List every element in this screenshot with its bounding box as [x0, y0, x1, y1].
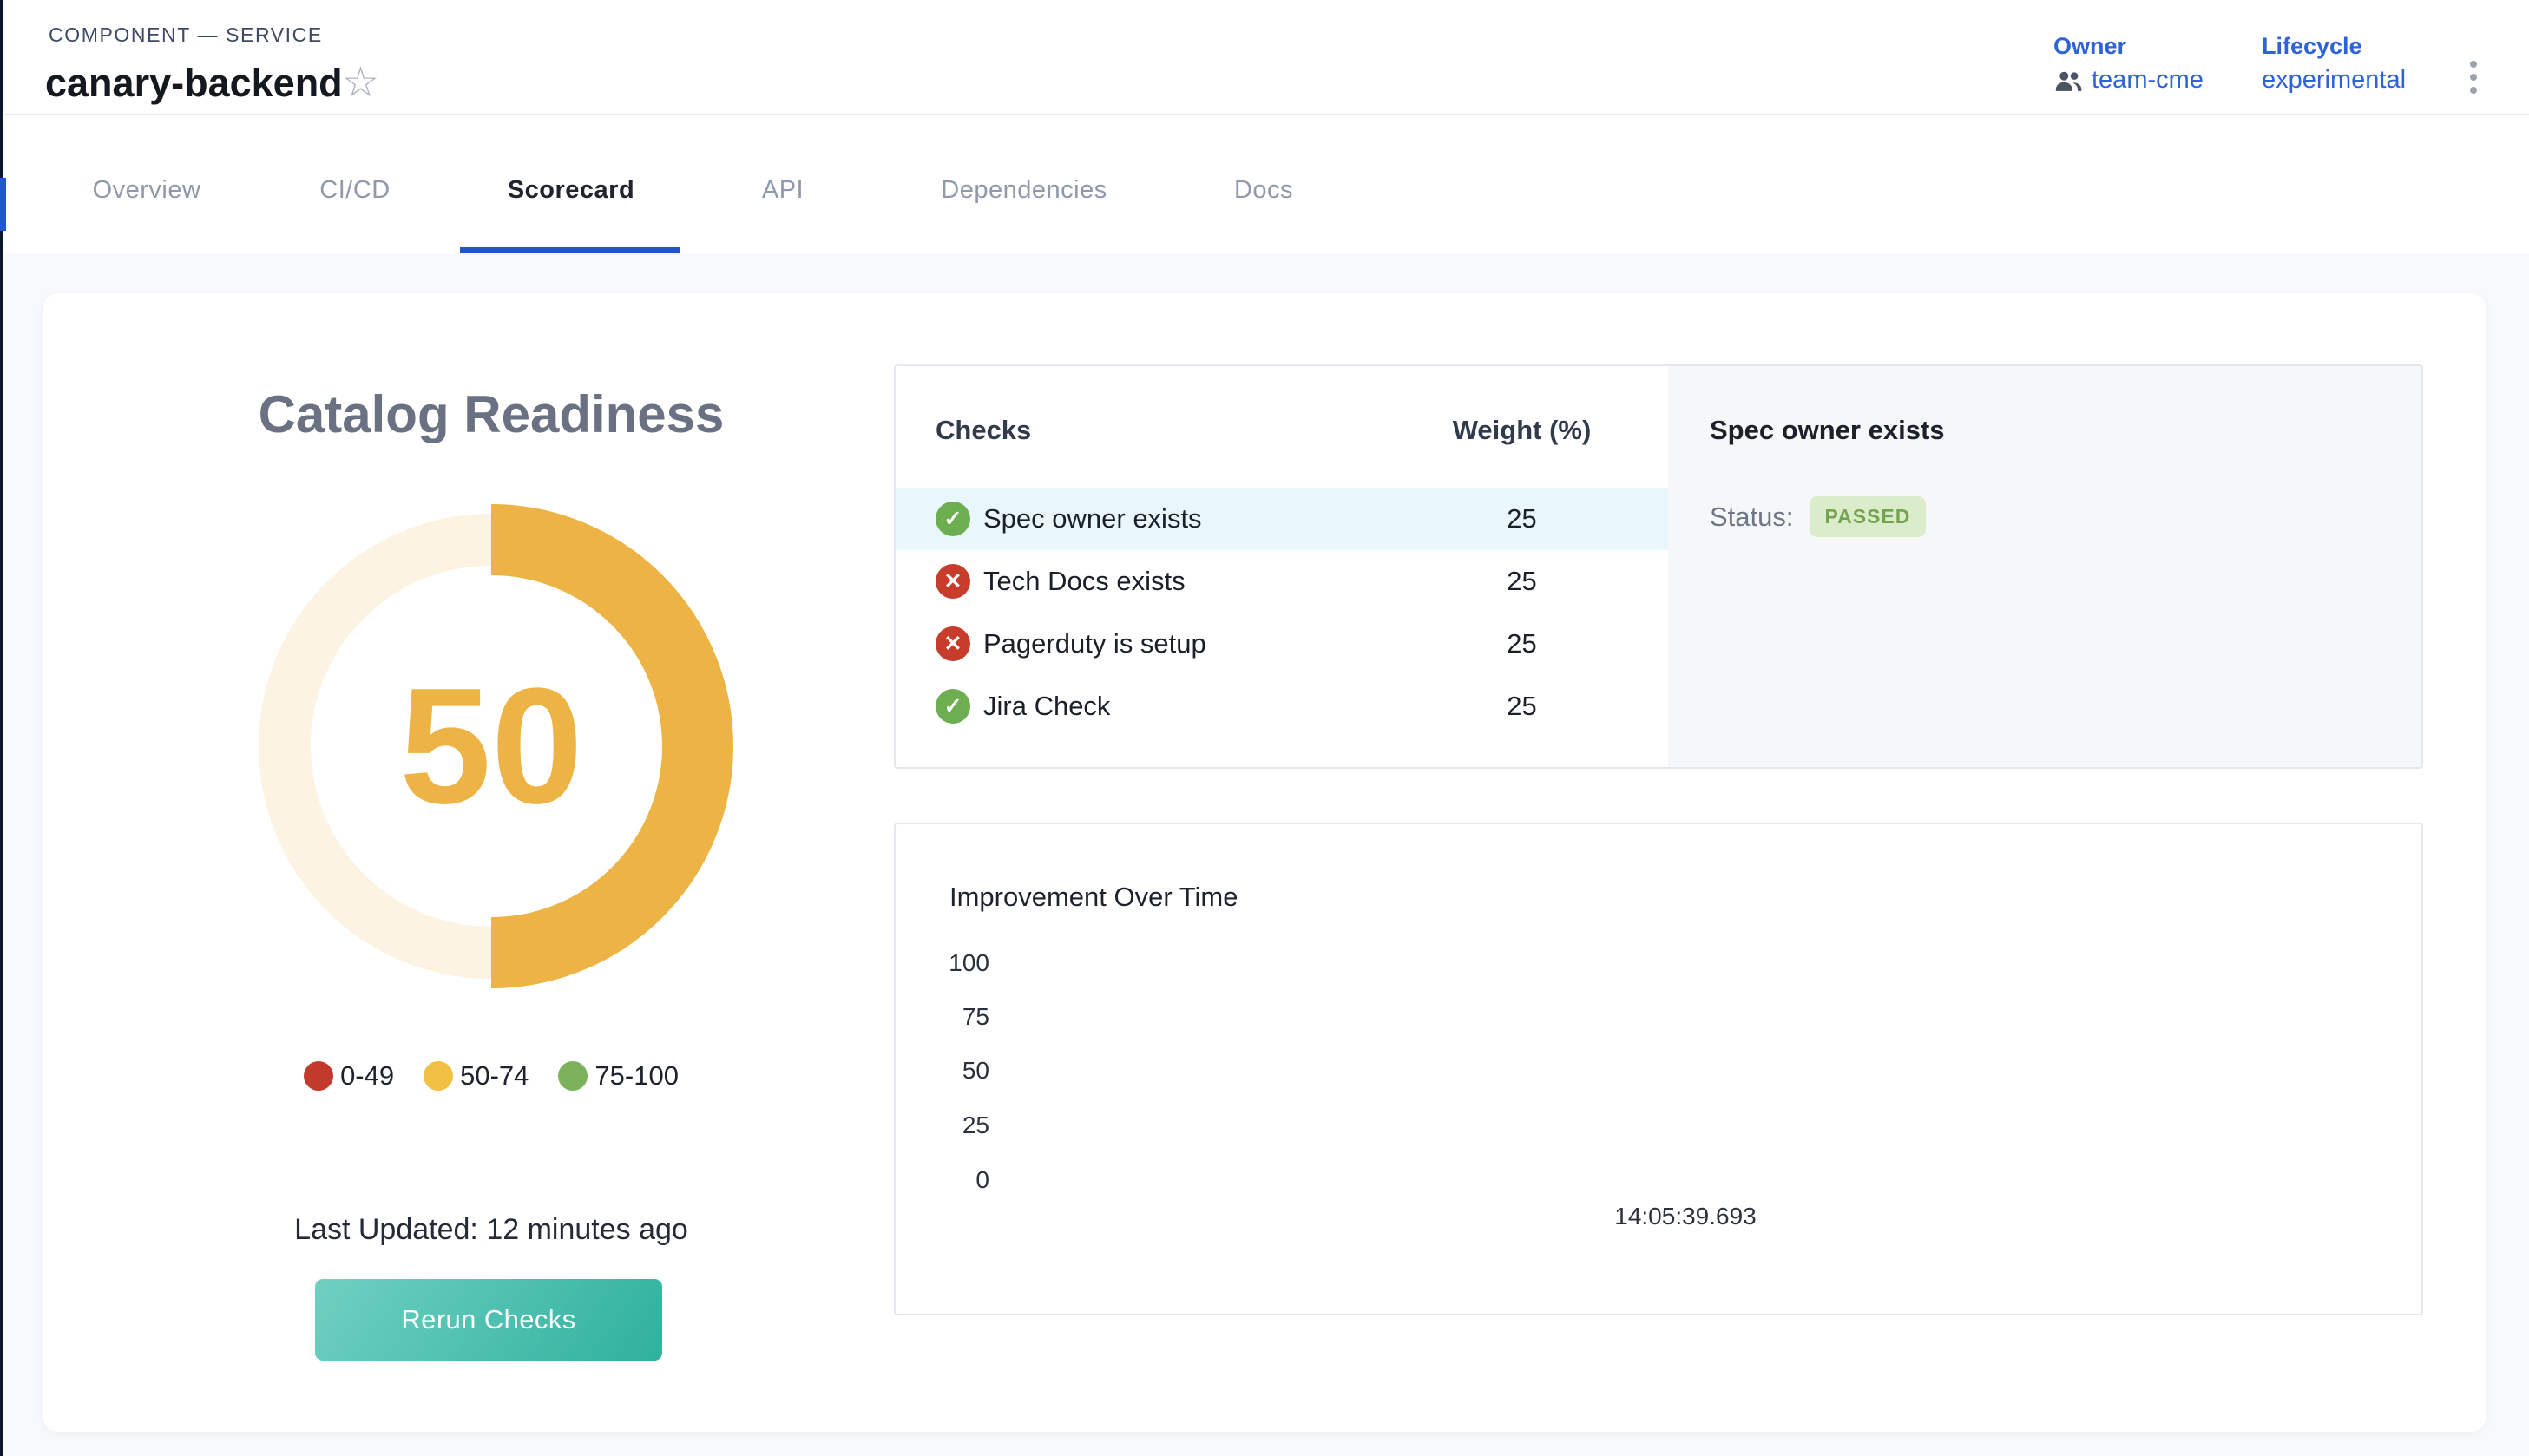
- improvement-chart-card: Improvement Over Time 100 75 50 25 0 14:…: [894, 823, 2423, 1315]
- tab-api[interactable]: API: [762, 174, 804, 206]
- check-row-tech-docs[interactable]: ✕ Tech Docs exists 25: [896, 550, 1668, 613]
- tab-overview[interactable]: Overview: [93, 174, 201, 206]
- check-weight: 25: [1407, 566, 1637, 597]
- scorecard-title: Catalog Readiness: [248, 384, 734, 446]
- scorecard-panel: Catalog Readiness 50 0-49 50-74 75-100 L…: [43, 293, 2486, 1432]
- entity-kind-breadcrumb: COMPONENT — SERVICE: [49, 23, 323, 47]
- chart-title: Improvement Over Time: [949, 882, 1238, 913]
- rerun-checks-button[interactable]: Rerun Checks: [315, 1279, 662, 1361]
- check-detail-title: Spec owner exists: [1710, 415, 1945, 446]
- legend-label: 50-74: [460, 1060, 529, 1092]
- checks-card: Checks Weight (%) ✓ Spec owner exists 25…: [894, 364, 2423, 769]
- owner-block: Owner team-cme: [2053, 33, 2204, 95]
- legend-label: 0-49: [340, 1060, 394, 1092]
- lifecycle-value: experimental: [2262, 66, 2406, 95]
- checks-column-header: Checks: [936, 415, 1031, 446]
- legend-label: 75-100: [594, 1060, 679, 1092]
- check-row-jira[interactable]: ✓ Jira Check 25: [896, 675, 1668, 738]
- last-updated-text: Last Updated: 12 minutes ago: [248, 1212, 734, 1247]
- y-axis-tick-25: 25: [896, 1111, 989, 1140]
- check-status-row: Status: PASSED: [1710, 496, 1926, 537]
- left-edge-blue-indicator: [0, 178, 6, 231]
- team-icon: [2053, 69, 2083, 92]
- gauge-legend: 0-49 50-74 75-100: [248, 1060, 734, 1092]
- check-row-pagerduty[interactable]: ✕ Pagerduty is setup 25: [896, 613, 1668, 675]
- status-label: Status:: [1710, 502, 1794, 533]
- check-passed-icon: ✓: [936, 502, 970, 536]
- check-passed-icon: ✓: [936, 689, 970, 724]
- page-title: canary-backend: [45, 61, 343, 106]
- owner-value-link[interactable]: team-cme: [2092, 66, 2204, 95]
- check-weight: 25: [1407, 503, 1637, 535]
- check-name: Tech Docs exists: [983, 566, 1186, 597]
- tab-dependencies[interactable]: Dependencies: [941, 174, 1107, 206]
- gauge-score-value: 50: [248, 503, 734, 989]
- header-divider: [3, 114, 2529, 115]
- kebab-menu-icon[interactable]: [2470, 61, 2477, 94]
- check-failed-icon: ✕: [936, 626, 970, 661]
- check-row-spec-owner[interactable]: ✓ Spec owner exists 25: [896, 488, 1668, 550]
- lifecycle-label: Lifecycle: [2262, 33, 2406, 60]
- legend-red-dot: [304, 1061, 333, 1091]
- readiness-gauge: 50: [248, 503, 734, 989]
- legend-green-dot: [558, 1061, 588, 1091]
- check-name: Jira Check: [983, 691, 1110, 722]
- owner-label: Owner: [2053, 33, 2204, 60]
- check-name: Spec owner exists: [983, 503, 1202, 535]
- y-axis-tick-0: 0: [896, 1165, 989, 1195]
- tab-scorecard[interactable]: Scorecard: [508, 174, 634, 206]
- check-name: Pagerduty is setup: [983, 628, 1206, 659]
- y-axis-tick-100: 100: [896, 948, 989, 978]
- weight-column-header: Weight (%): [1407, 415, 1637, 446]
- legend-item-low: 0-49: [304, 1060, 394, 1092]
- tab-cicd[interactable]: CI/CD: [319, 174, 390, 206]
- app-window: COMPONENT — SERVICE canary-backend ☆ Own…: [0, 0, 2529, 1456]
- legend-item-mid: 50-74: [424, 1060, 529, 1092]
- y-axis-tick-75: 75: [896, 1002, 989, 1032]
- legend-yellow-dot: [424, 1061, 453, 1091]
- tab-docs[interactable]: Docs: [1234, 174, 1293, 206]
- y-axis-tick-50: 50: [896, 1056, 989, 1085]
- legend-item-high: 75-100: [558, 1060, 679, 1092]
- lifecycle-block: Lifecycle experimental: [2262, 33, 2406, 95]
- favorite-star-icon[interactable]: ☆: [342, 62, 379, 104]
- check-failed-icon: ✕: [936, 564, 970, 599]
- active-tab-indicator: [460, 247, 680, 253]
- x-axis-tick-timestamp: 14:05:39.693: [1573, 1203, 1798, 1230]
- status-badge: PASSED: [1810, 496, 1927, 537]
- check-weight: 25: [1407, 628, 1637, 659]
- check-weight: 25: [1407, 691, 1637, 722]
